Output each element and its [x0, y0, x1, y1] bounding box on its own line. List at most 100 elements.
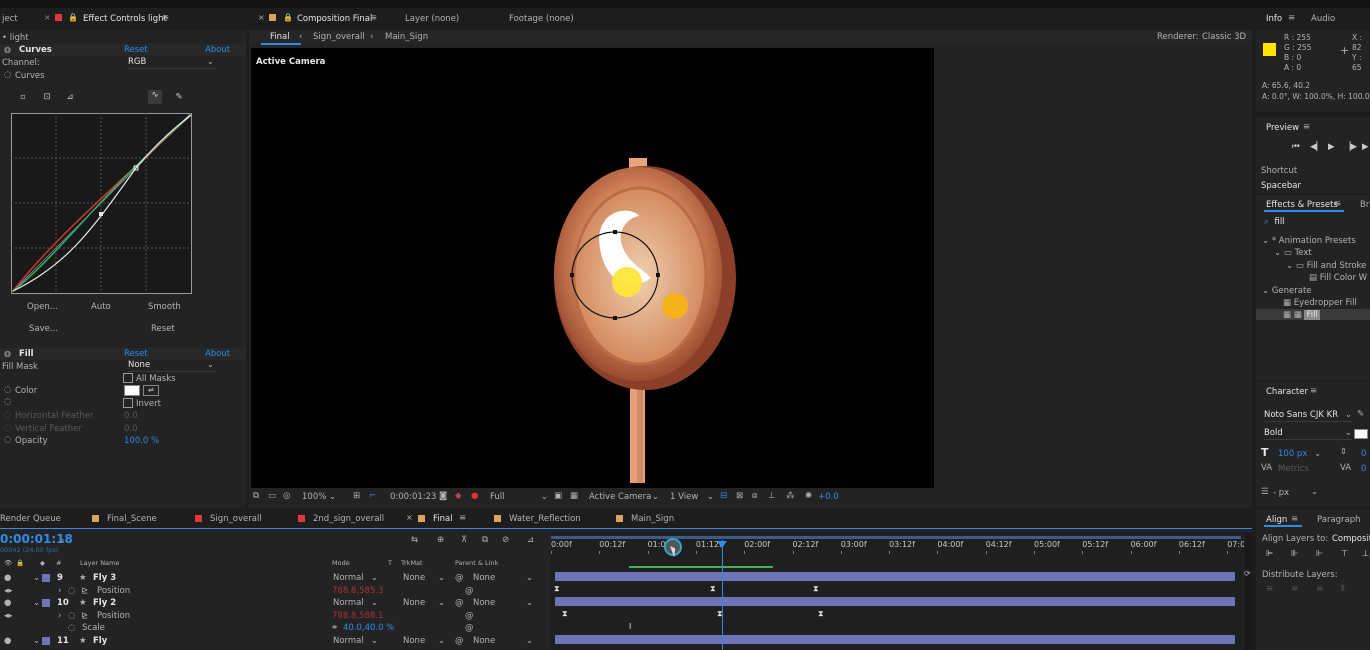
shortcut-value[interactable]: Spacebar [1261, 181, 1301, 191]
curves-smooth-button[interactable]: Smooth [148, 302, 181, 312]
renderer-value[interactable]: Classic 3D [1202, 32, 1246, 42]
tab-render-queue[interactable]: Render Queue [0, 514, 61, 524]
font-size-value[interactable]: 100 px [1278, 449, 1307, 459]
curve-point-tool-icon[interactable]: ▫ [17, 92, 29, 104]
tab-final[interactable]: Final [433, 514, 453, 524]
stopwatch-icon[interactable]: ◌ [4, 435, 11, 445]
property-value[interactable]: 788.8,585.3 [332, 585, 383, 597]
stopwatch-icon[interactable]: ◌ [4, 70, 11, 80]
curves-save-button[interactable]: Save... [29, 324, 58, 334]
vr-icon[interactable]: ◎ [283, 491, 290, 501]
panel-menu-icon[interactable]: ≡ [1288, 13, 1295, 23]
keyframe-icon[interactable]: ⧗ [562, 609, 568, 619]
browser-tab[interactable]: Br [1360, 200, 1369, 210]
trkmat-dropdown[interactable]: None ⌄ [403, 635, 445, 647]
motion-blur-icon[interactable]: ⧉ [482, 535, 488, 545]
effect-controls-tab[interactable]: Effect Controls light [83, 14, 167, 24]
close-icon[interactable]: × [44, 13, 51, 22]
breadcrumb-main-sign[interactable]: Main_Sign [385, 32, 428, 42]
align-middle-icon[interactable]: ⊥ [1362, 549, 1369, 559]
keyframe-nav-icon[interactable]: ◂▸ [4, 610, 13, 622]
chevron-down-icon[interactable]: ⌄ [33, 635, 40, 647]
chevron-right-icon[interactable]: › [58, 610, 61, 622]
fill-about-link[interactable]: About [205, 349, 230, 359]
trkmat-dropdown[interactable]: None ⌄ [403, 597, 445, 609]
color-swatch[interactable] [124, 385, 140, 396]
work-area-bar[interactable] [551, 536, 1241, 539]
fill-mask-dropdown[interactable]: None ⌄ [128, 360, 216, 372]
invert-checkbox[interactable] [123, 398, 133, 408]
keyframe-icon[interactable]: ⧗ [710, 584, 716, 594]
eyedropper-icon[interactable]: ✎ [1357, 409, 1364, 419]
kerning-value[interactable]: Metrics [1278, 464, 1309, 474]
tree-item-eyedropper-fill[interactable]: ▦ Eyedropper Fill [1283, 298, 1357, 308]
stopwatch-icon[interactable]: ◌ [4, 397, 11, 407]
curves-graph[interactable] [11, 113, 192, 294]
toggle-pixel-icon[interactable]: ⊟ [720, 491, 727, 501]
fast-preview-icon[interactable]: ⧈ [752, 491, 757, 501]
lock-icon[interactable]: 🔒 [283, 13, 293, 22]
eye-icon[interactable]: ● [4, 597, 11, 609]
panel-menu-icon[interactable]: ≡ [162, 13, 169, 23]
channel-icon[interactable]: ● [471, 491, 478, 501]
font-style-dropdown[interactable]: Bold ⌄ [1264, 428, 1352, 440]
camera-snapshot-icon[interactable]: ◙ [439, 491, 447, 501]
exposure-icon[interactable]: ✺ [805, 491, 812, 501]
grid-small-icon[interactable]: ⊡ [41, 92, 53, 104]
layer-name[interactable]: Fly 2 [93, 597, 116, 609]
audio-tab[interactable]: Audio [1311, 14, 1335, 24]
project-tab[interactable]: ject [2, 14, 18, 24]
chevron-down-icon[interactable]: ⌄ [1311, 487, 1318, 497]
chevron-down-icon[interactable]: ⌄ [33, 572, 40, 584]
layer-bar-fly-3[interactable] [555, 572, 1235, 581]
draft-3d-icon[interactable]: ⇆ [411, 535, 418, 545]
tab-2nd-sign-overall[interactable]: 2nd_sign_overall [313, 514, 384, 524]
tab-final-scene[interactable]: Final_Scene [107, 514, 157, 524]
snap-icon[interactable]: ⌐ [369, 491, 376, 501]
tree-item-generate[interactable]: ⌄ Generate [1262, 286, 1312, 296]
previous-frame-icon[interactable]: ◀▏ [1310, 142, 1323, 152]
keyframe-icon[interactable]: I [629, 622, 631, 631]
stopwatch-icon[interactable]: ◌ [68, 622, 75, 634]
curves-open-button[interactable]: Open... [27, 302, 58, 312]
flowchart-icon[interactable]: ⁂ [786, 491, 795, 501]
keyframe-icon[interactable]: ⧗ [813, 584, 819, 594]
align-target-dropdown[interactable]: Compositi [1332, 534, 1370, 544]
layer-row[interactable]: ● ⌄ 10 ★ Fly 2 Normal ⌄ None ⌄ @ None ⌄ [0, 597, 550, 609]
close-icon[interactable]: × [406, 513, 413, 522]
tree-item-fill-color[interactable]: ▤ Fill Color W [1309, 273, 1367, 283]
shy-icon[interactable]: ⊕ [437, 535, 444, 545]
pickwhip-icon[interactable]: @ [455, 597, 464, 609]
lock-icon[interactable]: 🔒 [68, 13, 78, 22]
opacity-value[interactable]: 100.0 % [124, 436, 159, 446]
leading-value[interactable]: 0 [1361, 449, 1366, 459]
stopwatch-icon[interactable]: ◌ [68, 585, 75, 597]
breadcrumb-final[interactable]: Final [270, 32, 290, 42]
composition-tab[interactable]: Composition Final [297, 14, 372, 24]
timeline-icon[interactable]: ⊥ [768, 491, 775, 501]
align-left-icon[interactable]: ⊫ [1266, 549, 1273, 559]
bezier-curve-icon[interactable]: ∿ [148, 90, 162, 104]
first-frame-icon[interactable]: ⏮ [1292, 142, 1300, 152]
chevron-right-icon[interactable]: › [58, 585, 61, 597]
trkmat-dropdown[interactable]: None ⌄ [403, 572, 445, 584]
layer-row[interactable]: ● ⌄ 11 ★ Fly Normal ⌄ None ⌄ @ None ⌄ [0, 635, 550, 647]
panel-menu-icon[interactable]: ≡ [1291, 514, 1298, 524]
exposure-value[interactable]: +0.0 [818, 492, 839, 502]
viewer-timecode[interactable]: 0:00:01:23 [390, 492, 436, 502]
close-icon[interactable]: × [258, 13, 265, 22]
monitor-icon[interactable]: ▭ [268, 491, 276, 501]
tab-water-reflection[interactable]: Water_Reflection [509, 514, 581, 524]
property-row[interactable]: ◂▸ › ◌ ⊵ Position 788.8,588.1 @ [0, 610, 550, 622]
tracking-value[interactable]: 0 [1361, 464, 1366, 474]
eye-icon[interactable]: ● [4, 635, 11, 647]
align-center-icon[interactable]: ⊪ [1291, 549, 1298, 559]
tree-item-animation-presets[interactable]: ⌄ * Animation Presets [1262, 236, 1356, 246]
curves-reset-button[interactable]: Reset [151, 324, 175, 334]
align-top-icon[interactable]: ⊤ [1341, 549, 1348, 559]
mode-dropdown[interactable]: Normal ⌄ [333, 572, 378, 584]
playhead-lock-icon[interactable]: ⟳ [1244, 569, 1251, 578]
chevron-down-icon[interactable]: ⌄ [1314, 449, 1321, 459]
chevron-down-icon[interactable]: ⌄ [33, 597, 40, 609]
info-tab[interactable]: Info [1266, 14, 1282, 24]
